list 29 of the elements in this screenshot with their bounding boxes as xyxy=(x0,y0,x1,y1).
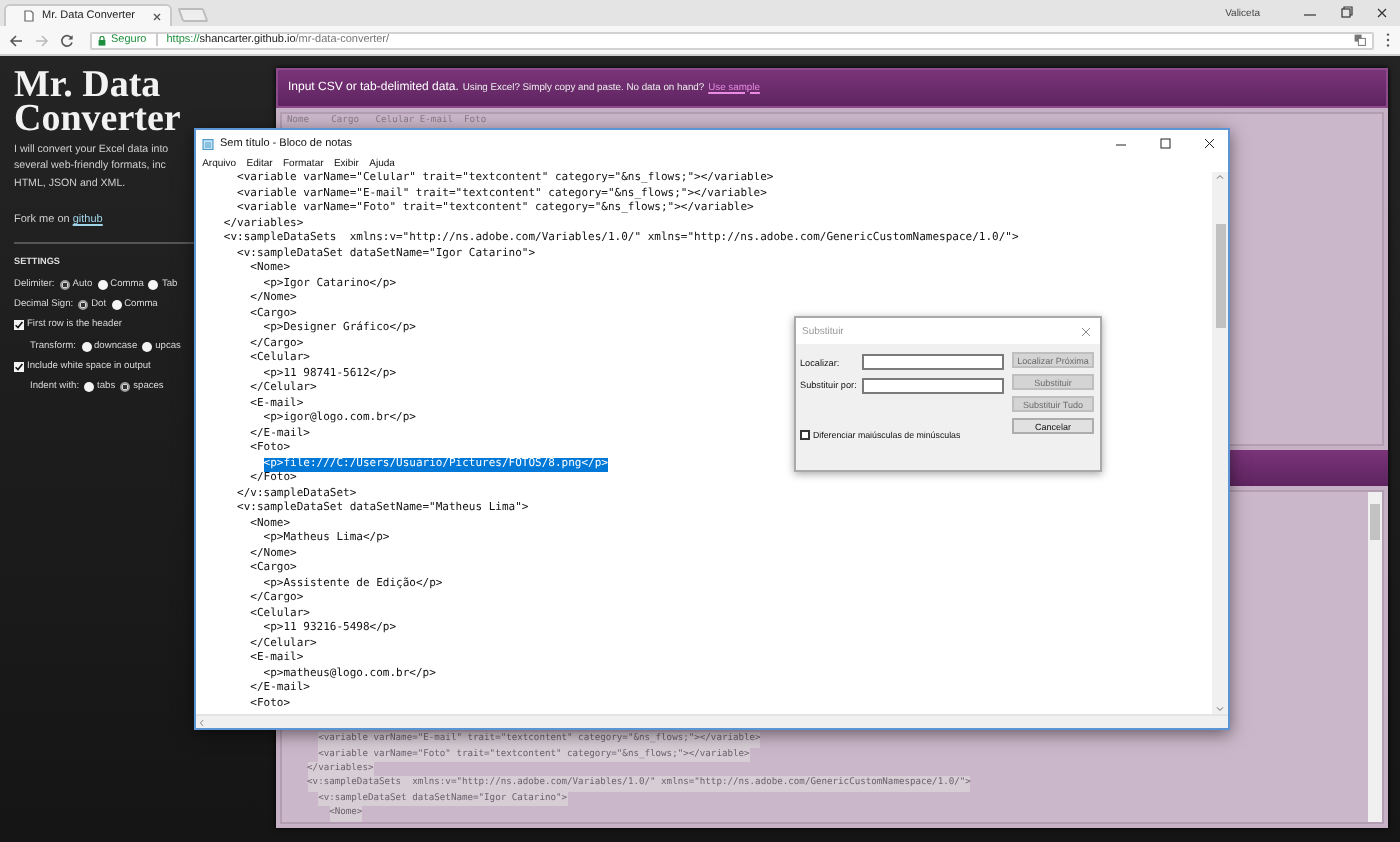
close-icon[interactable] xyxy=(152,11,162,21)
site-title: Mr. Data Converter xyxy=(14,68,183,136)
scrollbar[interactable] xyxy=(1212,172,1228,714)
scrollbar[interactable] xyxy=(196,714,1228,728)
radio-button[interactable] xyxy=(78,300,89,311)
scroll-left-icon[interactable] xyxy=(196,715,208,729)
radio-button[interactable] xyxy=(59,280,70,291)
checkbox[interactable] xyxy=(14,320,24,331)
checkbox[interactable] xyxy=(800,429,810,439)
text-field[interactable] xyxy=(862,377,1004,393)
radio-button[interactable] xyxy=(84,381,95,392)
notepad-icon xyxy=(202,137,214,149)
radio-button[interactable] xyxy=(81,341,92,351)
radio-button[interactable] xyxy=(111,300,122,311)
reload-icon[interactable] xyxy=(60,33,74,47)
lock-icon xyxy=(98,35,106,45)
radio-button[interactable] xyxy=(142,341,153,351)
radio-button[interactable] xyxy=(120,381,131,392)
menu-icon[interactable] xyxy=(1384,32,1392,48)
radio-button[interactable] xyxy=(148,280,159,291)
text-field[interactable] xyxy=(862,354,1004,370)
scrollbar[interactable] xyxy=(1368,492,1382,822)
checkbox[interactable] xyxy=(14,361,24,372)
radio-button[interactable] xyxy=(97,280,108,291)
scroll-thumb[interactable] xyxy=(1215,224,1225,328)
back-icon[interactable] xyxy=(8,33,24,47)
translate-icon[interactable] xyxy=(1354,34,1366,46)
page-icon xyxy=(24,10,34,22)
scroll-thumb[interactable] xyxy=(1370,504,1380,540)
